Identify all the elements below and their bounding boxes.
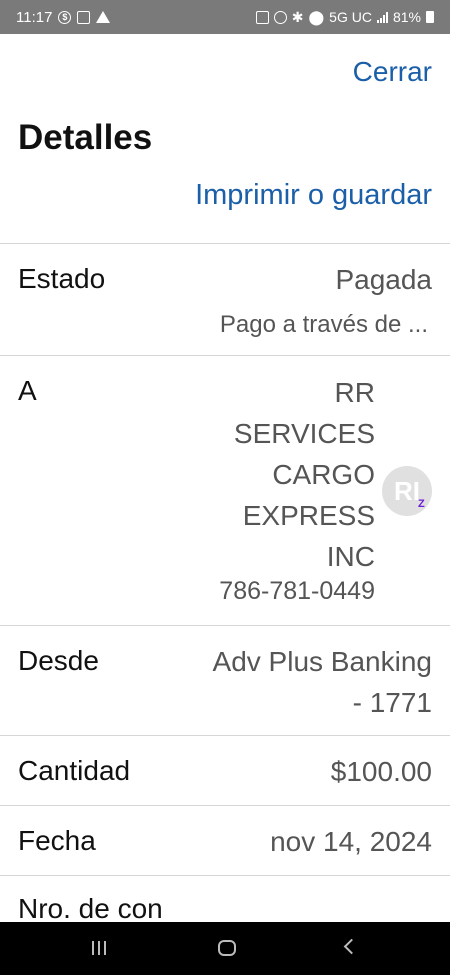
back-icon[interactable] xyxy=(343,938,360,955)
status-bar: 11:17 $ ✱ ⬤ 5G UC 81% xyxy=(0,0,450,34)
divider xyxy=(0,875,450,876)
print-or-save-button[interactable]: Imprimir o guardar xyxy=(195,179,432,212)
status-value: Pagada xyxy=(335,264,432,295)
navigation-icon xyxy=(96,11,111,23)
page-title: Detalles xyxy=(18,118,153,157)
image-icon xyxy=(77,10,91,24)
battery-saver-icon xyxy=(255,10,269,24)
battery-icon xyxy=(426,11,434,23)
divider xyxy=(0,805,450,806)
alarm-icon xyxy=(273,10,287,24)
divider xyxy=(0,243,450,244)
divider xyxy=(0,735,450,736)
from-label: Desde xyxy=(18,645,99,676)
recent-apps-icon[interactable] xyxy=(92,941,106,955)
home-icon[interactable] xyxy=(218,940,236,956)
avatar-initials: RI xyxy=(394,475,420,506)
confirmation-label: Nro. de con xyxy=(18,893,163,924)
divider xyxy=(0,625,450,626)
divider xyxy=(0,355,450,356)
amount-value: $100.00 xyxy=(330,756,432,787)
location-icon: ⬤ xyxy=(308,8,325,25)
date-label: Fecha xyxy=(18,825,96,856)
network-label: 5G UC xyxy=(329,9,372,25)
amount-label: Cantidad xyxy=(18,755,131,786)
recipient-name: RR SERVICES CARGO EXPRESS INC xyxy=(233,377,375,572)
date-value: nov 14, 2024 xyxy=(270,826,432,857)
recipient-phone: 786-781-0449 xyxy=(219,577,375,605)
close-button[interactable]: Cerrar xyxy=(353,56,432,88)
recipient-label: A xyxy=(18,375,37,406)
status-subtext: Pago a través de ... xyxy=(219,311,428,338)
status-time: 11:17 xyxy=(16,8,53,26)
dollar-icon: $ xyxy=(58,10,72,24)
status-label: Estado xyxy=(18,263,106,294)
battery-level: 81% xyxy=(392,9,421,25)
system-nav-bar xyxy=(0,922,450,975)
from-value: Adv Plus Banking - 1771 xyxy=(212,646,432,718)
bluetooth-icon: ✱ xyxy=(291,8,304,25)
signal-icon xyxy=(376,11,388,23)
zelle-badge-icon: Z xyxy=(418,498,425,510)
